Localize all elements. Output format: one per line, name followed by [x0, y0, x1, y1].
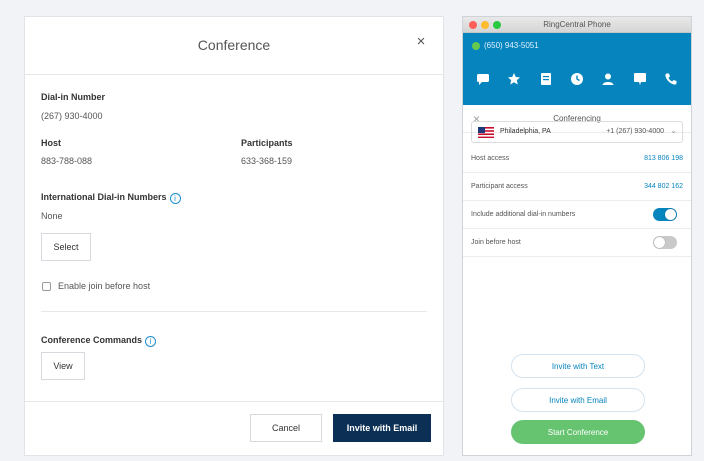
host-code: 883-788-088 [41, 156, 93, 166]
dialog-header: Conference × [25, 17, 443, 75]
toggle-knob [665, 209, 676, 220]
invite-with-email-button[interactable]: Invite with Email [511, 388, 645, 412]
participants-label: Participants [241, 138, 293, 148]
join-before-host-row: Join before host [463, 229, 691, 257]
join-before-host-label: Enable join before host [58, 281, 151, 291]
section-divider [41, 311, 427, 312]
conference-commands-text: Conference Commands [41, 335, 143, 345]
ringcentral-phone-window: RingCentral Phone (650) 943-5051 × Confe… [462, 16, 692, 456]
intl-dial-in-text: International Dial-in Numbers [41, 192, 167, 202]
host-access-row: Host access 813 806 198 [463, 145, 691, 173]
dial-in-label: Dial-in Number [41, 92, 106, 102]
view-button[interactable]: View [41, 352, 85, 380]
window-titlebar: RingCentral Phone [463, 17, 691, 33]
conference-commands-label: Conference Commands i [41, 335, 157, 347]
conference-dialog: Conference × Dial-in Number (267) 930-40… [24, 16, 444, 456]
contacts-icon[interactable] [600, 71, 616, 87]
star-icon[interactable] [506, 71, 522, 87]
toggle-knob [654, 237, 665, 248]
dialog-footer: Cancel Invite with Email [25, 401, 443, 455]
user-phone-number: (650) 943-5051 [484, 41, 539, 50]
dial-in-location-select[interactable]: Philadelphia, PA +1 (267) 930-4000 ⌄ [471, 121, 683, 143]
dial-in-number: (267) 930-4000 [41, 111, 103, 121]
additional-dial-in-label: Include additional dial-in numbers [471, 211, 576, 218]
location-name: Philadelphia, PA [500, 128, 551, 135]
start-conference-button[interactable]: Start Conference [511, 420, 645, 444]
join-before-host-toggle[interactable] [653, 236, 677, 249]
window-title: RingCentral Phone [543, 20, 611, 29]
chat-icon[interactable] [632, 71, 648, 87]
select-button[interactable]: Select [41, 233, 91, 261]
app-header: (650) 943-5051 [463, 33, 691, 105]
phone-icon[interactable] [663, 71, 679, 87]
host-access-value[interactable]: 813 806 198 [644, 155, 683, 162]
info-icon[interactable]: i [169, 193, 181, 204]
participant-access-label: Participant access [471, 183, 528, 190]
participant-access-row: Participant access 344 802 162 [463, 173, 691, 201]
cancel-button[interactable]: Cancel [250, 414, 322, 442]
message-icon[interactable] [475, 71, 491, 87]
additional-dial-in-toggle[interactable] [653, 208, 677, 221]
invite-with-email-button[interactable]: Invite with Email [333, 414, 431, 442]
host-access-label: Host access [471, 155, 510, 162]
us-flag-icon [478, 127, 494, 138]
chevron-down-icon: ⌄ [670, 126, 677, 135]
info-icon[interactable]: i [145, 336, 157, 347]
fax-icon[interactable] [538, 71, 554, 87]
dialog-title: Conference [197, 37, 271, 53]
presence-status-icon[interactable] [472, 42, 480, 50]
participants-code: 633-368-159 [241, 156, 293, 166]
participant-access-value[interactable]: 344 802 162 [644, 183, 683, 190]
invite-with-text-button[interactable]: Invite with Text [511, 354, 645, 378]
main-navigation [463, 67, 691, 91]
intl-dial-in-label: International Dial-in Numbers i [41, 192, 181, 204]
join-before-host-checkbox[interactable] [42, 282, 51, 291]
location-number: +1 (267) 930-4000 [606, 128, 664, 135]
intl-dial-in-value: None [41, 211, 63, 221]
additional-dial-in-row: Include additional dial-in numbers [463, 201, 691, 229]
host-label: Host [41, 138, 61, 148]
close-icon[interactable]: × [413, 34, 429, 50]
join-before-host-label: Join before host [471, 239, 521, 246]
history-icon[interactable] [569, 71, 585, 87]
